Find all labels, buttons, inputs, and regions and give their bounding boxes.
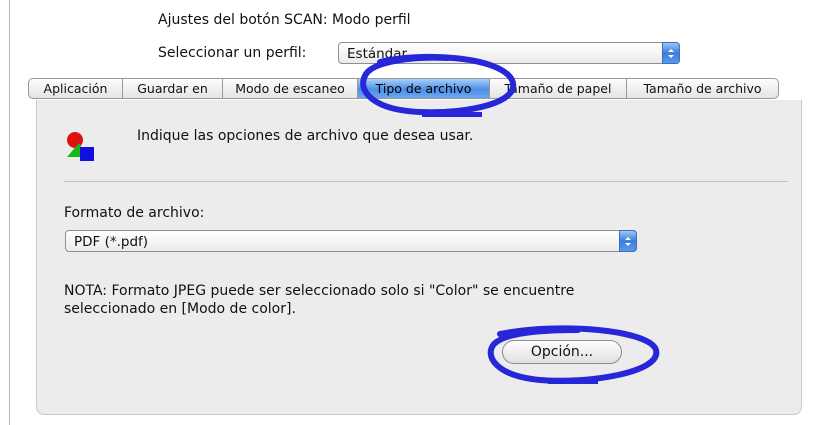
- profile-label: Seleccionar un perfil:: [158, 45, 307, 61]
- tab-tipo-de-archivo[interactable]: Tipo de archivo: [358, 78, 490, 99]
- note-text: NOTA: Formato JPEG puede ser seleccionad…: [64, 283, 575, 317]
- popup-arrows-icon: [662, 42, 680, 64]
- instruction-text: Indique las opciones de archivo que dese…: [137, 128, 474, 144]
- file-type-shapes-icon: [67, 132, 94, 161]
- tab-pane: [36, 100, 802, 415]
- format-label: Formato de archivo:: [64, 205, 205, 221]
- tab-bar: Aplicación Guardar en Modo de escaneo Ti…: [28, 78, 779, 99]
- file-format-select[interactable]: PDF (*.pdf): [65, 230, 637, 252]
- tab-tamano-de-archivo[interactable]: Tamaño de archivo: [627, 78, 779, 99]
- tab-aplicacion[interactable]: Aplicación: [28, 78, 123, 99]
- file-format-value: PDF (*.pdf): [74, 234, 149, 250]
- separator: [64, 181, 788, 182]
- option-button[interactable]: Opción...: [502, 340, 622, 364]
- window-left-edge: [9, 0, 10, 425]
- profile-select-value: Estándar: [347, 46, 408, 62]
- tab-guardar-en[interactable]: Guardar en: [123, 78, 223, 99]
- profile-select[interactable]: Estándar: [338, 42, 680, 64]
- tab-tamano-de-papel[interactable]: Tamaño de papel: [490, 78, 627, 99]
- dialog-title: Ajustes del botón SCAN: Modo perfil: [158, 12, 411, 28]
- tab-modo-de-escaneo[interactable]: Modo de escaneo: [223, 78, 358, 99]
- popup-arrows-icon: [619, 230, 637, 252]
